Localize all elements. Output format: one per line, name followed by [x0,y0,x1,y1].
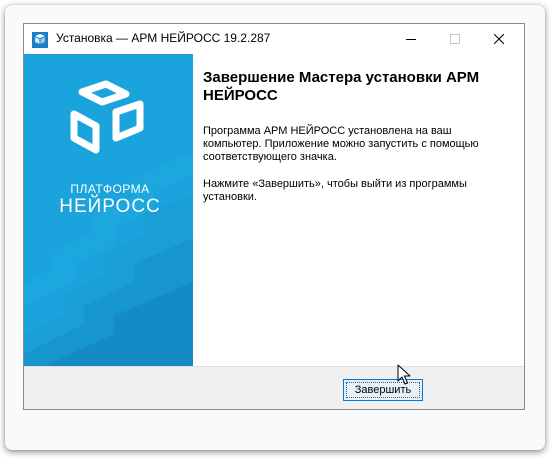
wizard-content: Завершение Мастера установки АРМ НЕЙРОСС… [193,54,524,366]
window-title: Установка — АРМ НЕЙРОСС 19.2.287 [56,31,271,45]
close-icon [494,34,504,44]
minimize-icon [406,39,416,40]
page-title: Завершение Мастера установки АРМ НЕЙРОСС [203,69,480,104]
logo-line-1: ПЛАТФОРМА [70,182,150,196]
install-complete-text: Программа АРМ НЕЙРОСС установлена на ваш… [203,125,479,163]
neyross-logo-icon [70,80,144,154]
minimize-button[interactable] [388,24,434,54]
app-icon [32,32,48,48]
close-button[interactable] [476,24,522,54]
finish-instruction-text: Нажмите «Завершить», чтобы выйти из прог… [203,178,467,203]
installer-window: Установка — АРМ НЕЙРОСС 19.2.287 ПЛАТФОР… [23,23,525,410]
logo-line-2: НЕЙРОСС [59,196,161,217]
maximize-icon [450,34,460,44]
wizard-footer: Завершить [24,366,524,409]
maximize-button[interactable] [432,24,478,54]
mouse-cursor-icon [397,364,411,385]
wizard-sidebar-banner: ПЛАТФОРМА НЕЙРОСС [24,54,193,366]
title-bar[interactable]: Установка — АРМ НЕЙРОСС 19.2.287 [24,24,524,54]
